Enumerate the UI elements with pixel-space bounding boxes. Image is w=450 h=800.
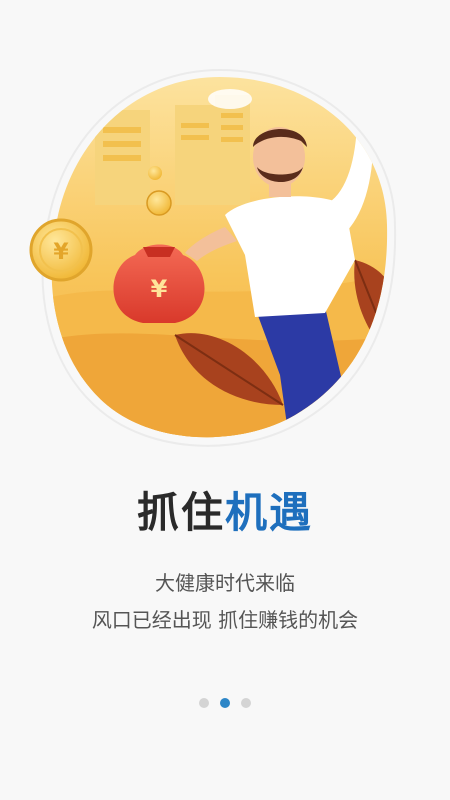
- onboarding-screen[interactable]: ¥ ¥ 抓住机遇 大健康时代来临 风口已经出现 抓住赚钱的机会: [0, 0, 450, 800]
- title-dark-part: 抓住: [136, 488, 225, 537]
- subtitle-line-1: 大健康时代来临: [155, 571, 295, 595]
- bag-yen-symbol: ¥: [151, 275, 168, 303]
- hero-illustration: ¥ ¥: [29, 68, 397, 447]
- page-dot-3[interactable]: [241, 698, 251, 708]
- page-dot-1[interactable]: [199, 698, 209, 708]
- title-accent-part: 机遇: [225, 488, 314, 537]
- page-dot-2-active[interactable]: [220, 698, 230, 708]
- floating-coin: ¥: [29, 218, 93, 282]
- page-indicator: [0, 698, 450, 708]
- subtitle-line-2: 风口已经出现 抓住赚钱的机会: [91, 608, 359, 632]
- coin-yen-symbol: ¥: [53, 240, 69, 265]
- page-title: 抓住机遇: [0, 483, 450, 543]
